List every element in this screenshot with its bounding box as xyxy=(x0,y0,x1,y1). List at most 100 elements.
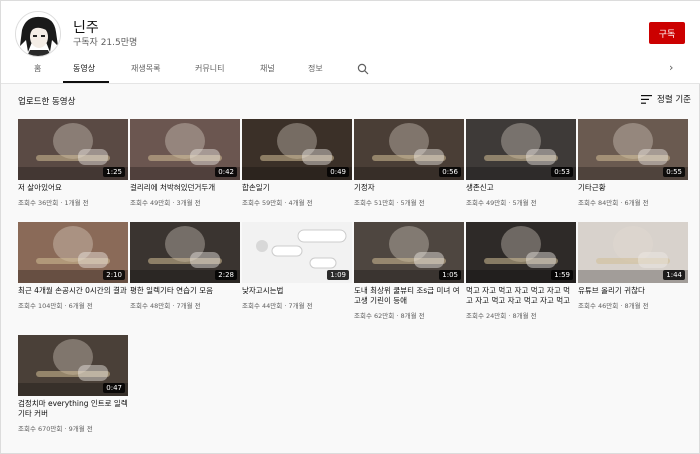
video-card[interactable]: 1:59 먹고 자고 먹고 자고 먹고 자고 먹고 자고 먹고 자고 먹고 자고 … xyxy=(466,222,576,320)
video-duration: 2:28 xyxy=(215,270,237,280)
video-duration: 1:09 xyxy=(327,270,349,280)
channel-name: 닌주 xyxy=(73,20,99,36)
section-title: 업로드한 동영상 xyxy=(18,97,76,107)
tab-playlists[interactable]: 재생목록 xyxy=(131,63,160,74)
video-card[interactable]: 0:42 걸리리에 처박혀있던거두개조회수 49만회 · 3개월 전 xyxy=(130,119,240,207)
video-thumbnail[interactable]: 0:47 xyxy=(18,335,128,396)
video-thumbnail[interactable]: 0:55 xyxy=(578,119,688,180)
video-card[interactable]: 0:55 기타근황 조회수 84만회 · 6개월 전 xyxy=(578,119,688,207)
search-icon[interactable] xyxy=(357,63,369,75)
video-duration: 1:05 xyxy=(439,270,461,280)
video-meta: 조회수 62만회 · 8개월 전 xyxy=(354,310,464,320)
sort-icon xyxy=(641,94,652,104)
video-thumbnail[interactable]: 0:56 xyxy=(354,119,464,180)
video-duration: 0:56 xyxy=(439,167,461,177)
sort-button[interactable]: 정렬 기준 xyxy=(641,93,691,105)
channel-header: 닌주 구독자 21.5만명 구독 홈 동영상 재생목록 커뮤니티 채널 정보 › xyxy=(1,1,700,84)
upload-age: 8개월 전 xyxy=(400,312,425,320)
upload-age: 8개월 전 xyxy=(512,312,537,320)
upload-age: 6개월 전 xyxy=(68,302,93,310)
video-title[interactable]: 기타근황 xyxy=(578,183,688,193)
video-title[interactable]: 평한 일렉기타 연습기 모음 xyxy=(130,286,240,296)
video-meta: 조회수 46만회 · 8개월 전 xyxy=(578,300,688,310)
video-card[interactable]: 1:44 유튜브 올리기 귀찮다조회수 46만회 · 8개월 전 xyxy=(578,222,688,310)
tab-community[interactable]: 커뮤니티 xyxy=(195,63,224,74)
video-thumbnail[interactable]: 1:25 xyxy=(18,119,128,180)
view-count: 조회수 49만회 xyxy=(466,199,507,207)
video-thumbnail[interactable]: 2:28 xyxy=(130,222,240,283)
video-card[interactable]: 0:47 검정치마 everything 인트로 일렉기타 커버조회수 670만회… xyxy=(18,335,128,433)
subscribe-button[interactable]: 구독 xyxy=(649,22,685,44)
video-meta: 조회수 49만회 · 5개월 전 xyxy=(466,197,576,207)
video-title[interactable]: 검정치마 everything 인트로 일렉기타 커버 xyxy=(18,399,128,419)
upload-age: 7개월 전 xyxy=(176,302,201,310)
video-title[interactable]: 기정자 xyxy=(354,183,464,193)
video-title[interactable]: 생존신고 xyxy=(466,183,576,193)
sort-label: 정렬 기준 xyxy=(657,95,691,105)
view-count: 조회수 24만회 xyxy=(466,312,507,320)
view-count: 조회수 49만회 xyxy=(130,199,171,207)
video-title[interactable]: 먹고 자고 먹고 자고 먹고 자고 먹고 자고 먹고 자고 먹고 자고 먹고 xyxy=(466,286,576,306)
video-duration: 1:44 xyxy=(663,270,685,280)
tab-videos[interactable]: 동영상 xyxy=(73,63,95,74)
upload-age: 5개월 전 xyxy=(400,199,425,207)
view-count: 조회수 104만회 xyxy=(18,302,63,310)
video-duration: 0:47 xyxy=(103,383,125,393)
video-title[interactable]: 낮자고시는법 xyxy=(242,286,352,296)
video-thumbnail[interactable]: 1:44 xyxy=(578,222,688,283)
video-title[interactable]: 걸리리에 처박혀있던거두개 xyxy=(130,183,240,193)
video-card[interactable]: 0:49 합손일기조회수 59만회 · 4개월 전 xyxy=(242,119,352,207)
video-card[interactable]: 1:09 낮자고시는법 조회수 44만회 · 7개월 전 xyxy=(242,222,352,310)
upload-age: 8개월 전 xyxy=(624,302,649,310)
video-duration: 1:25 xyxy=(103,167,125,177)
video-meta: 조회수 670만회 · 9개월 전 xyxy=(18,423,128,433)
upload-age: 6개월 전 xyxy=(624,199,649,207)
channel-avatar[interactable] xyxy=(15,11,61,57)
video-duration: 0:49 xyxy=(327,167,349,177)
view-count: 조회수 44만회 xyxy=(242,302,283,310)
video-thumbnail[interactable]: 0:53 xyxy=(466,119,576,180)
video-meta: 조회수 59만회 · 4개월 전 xyxy=(242,197,352,207)
video-duration: 0:42 xyxy=(215,167,237,177)
video-duration: 1:59 xyxy=(551,270,573,280)
video-thumbnail[interactable]: 1:59 xyxy=(466,222,576,283)
video-meta: 조회수 48만회 · 7개월 전 xyxy=(130,300,240,310)
video-card[interactable]: 1:25 저 살아있어요조회수 36만회 · 1개월 전 xyxy=(18,119,128,207)
video-title[interactable]: 유튜브 올리기 귀찮다 xyxy=(578,286,688,296)
video-duration: 0:55 xyxy=(663,167,685,177)
subscriber-count: 구독자 21.5만명 xyxy=(73,38,138,48)
channel-page: 닌주 구독자 21.5만명 구독 홈 동영상 재생목록 커뮤니티 채널 정보 ›… xyxy=(0,0,700,454)
view-count: 조회수 670만회 xyxy=(18,425,63,433)
upload-age: 4개월 전 xyxy=(288,199,313,207)
chevron-right-icon[interactable]: › xyxy=(669,61,673,74)
video-meta: 조회수 24만회 · 8개월 전 xyxy=(466,310,576,320)
video-meta: 조회수 36만회 · 1개월 전 xyxy=(18,197,128,207)
tab-about[interactable]: 정보 xyxy=(308,63,323,74)
video-meta: 조회수 104만회 · 6개월 전 xyxy=(18,300,128,310)
view-count: 조회수 51만회 xyxy=(354,199,395,207)
video-title[interactable]: 도내 최상위 쿨뷰티 조s급 미녀 여고생 기린이 등애 xyxy=(354,286,464,306)
video-card[interactable]: 1:05 도내 최상위 쿨뷰티 조s급 미녀 여고생 기린이 등애조회수 62만회… xyxy=(354,222,464,320)
video-thumbnail[interactable]: 1:05 xyxy=(354,222,464,283)
video-card[interactable]: 0:56 기정자 조회수 51만회 · 5개월 전 xyxy=(354,119,464,207)
upload-age: 9개월 전 xyxy=(68,425,93,433)
video-thumbnail[interactable]: 0:49 xyxy=(242,119,352,180)
view-count: 조회수 36만회 xyxy=(18,199,59,207)
video-thumbnail[interactable]: 2:10 xyxy=(18,222,128,283)
video-thumbnail[interactable]: 0:42 xyxy=(130,119,240,180)
view-count: 조회수 62만회 xyxy=(354,312,395,320)
tab-channels[interactable]: 채널 xyxy=(260,63,275,74)
video-card[interactable]: 2:28 평한 일렉기타 연습기 모음조회수 48만회 · 7개월 전 xyxy=(130,222,240,310)
video-meta: 조회수 49만회 · 3개월 전 xyxy=(130,197,240,207)
video-title[interactable]: 최근 4개월 손공시간 0시간의 결과 xyxy=(18,286,128,296)
video-thumbnail[interactable]: 1:09 xyxy=(242,222,352,283)
view-count: 조회수 59만회 xyxy=(242,199,283,207)
view-count: 조회수 48만회 xyxy=(130,302,171,310)
video-duration: 2:10 xyxy=(103,270,125,280)
video-title[interactable]: 합손일기 xyxy=(242,183,352,193)
upload-age: 7개월 전 xyxy=(288,302,313,310)
tab-home[interactable]: 홈 xyxy=(34,63,41,74)
video-card[interactable]: 0:53 생존신고조회수 49만회 · 5개월 전 xyxy=(466,119,576,207)
video-title[interactable]: 저 살아있어요 xyxy=(18,183,128,193)
video-card[interactable]: 2:10 최근 4개월 손공시간 0시간의 결과조회수 104만회 · 6개월 전 xyxy=(18,222,128,310)
